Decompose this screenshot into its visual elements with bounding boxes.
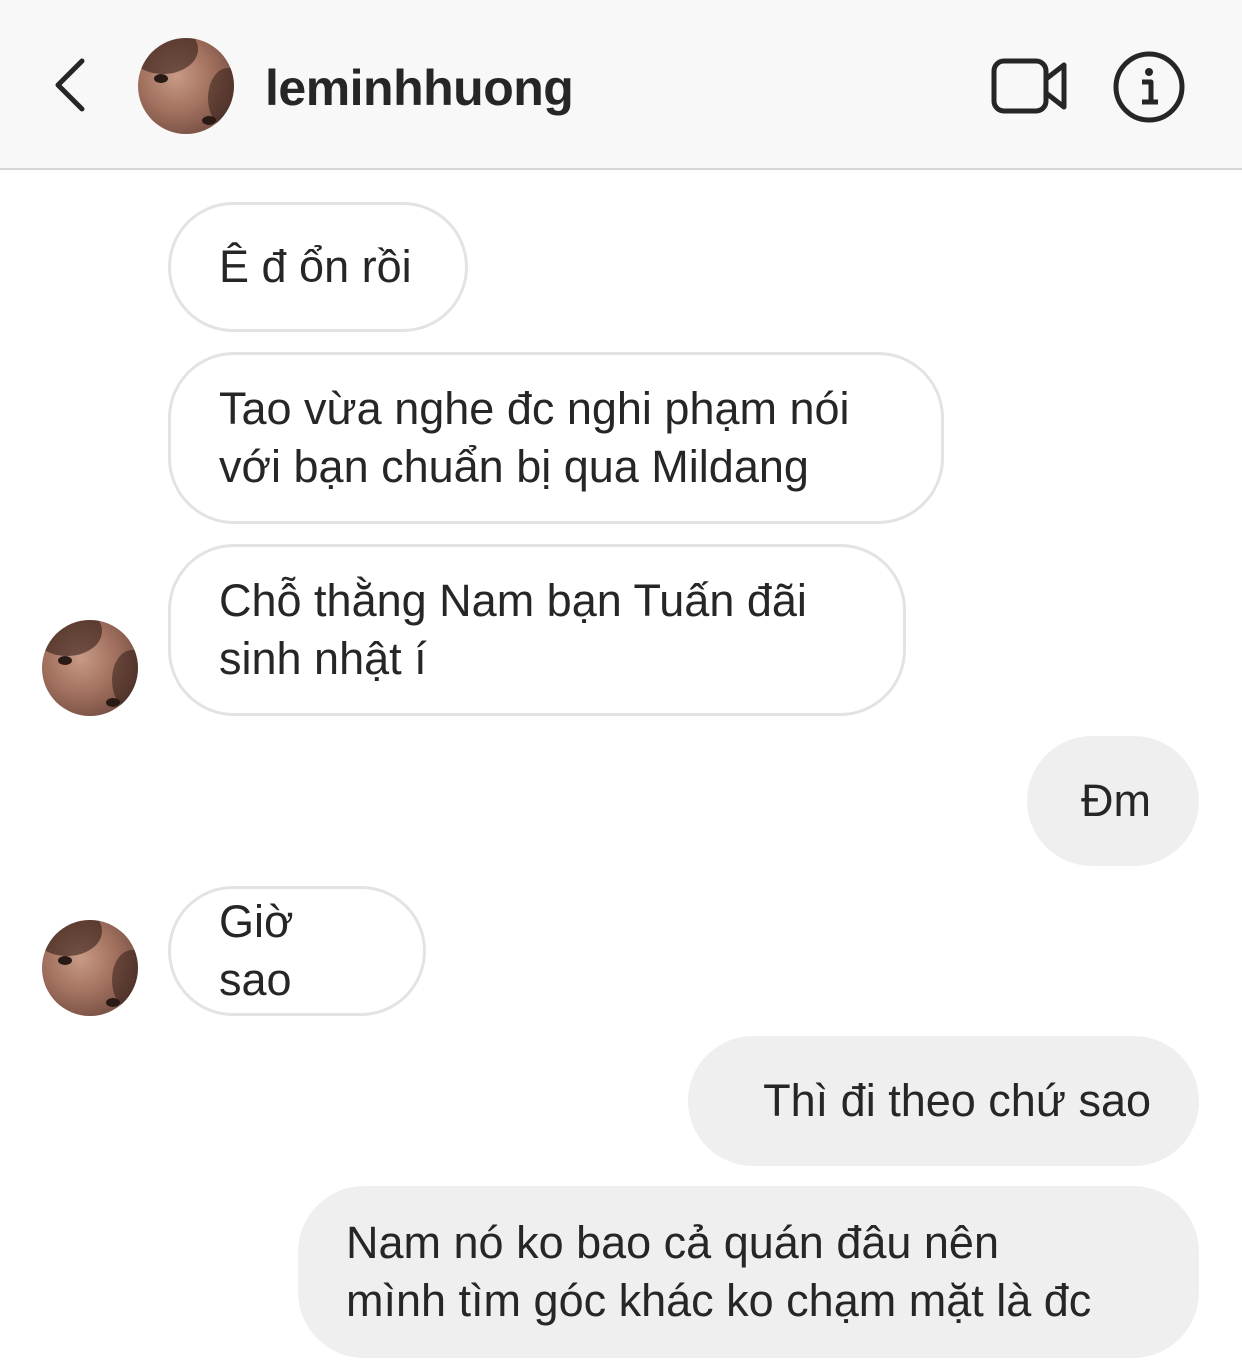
message-text: Đm — [1081, 775, 1151, 826]
sender-avatar[interactable] — [42, 620, 138, 716]
chevron-left-icon — [55, 58, 85, 112]
message-text: Tao vừa nghe đc nghi phạm nói với bạn ch… — [219, 383, 850, 492]
info-button[interactable] — [1112, 50, 1186, 124]
message-bubble-incoming[interactable]: Tao vừa nghe đc nghi phạm nói với bạn ch… — [168, 352, 944, 524]
contact-username[interactable]: leminhhuong — [265, 58, 574, 118]
dm-thread-screen: leminhhuong Ê đ ổn rồi Tao vừa nghe đc n… — [0, 0, 1242, 1366]
message-text: Chỗ thằng Nam bạn Tuấn đãi sinh nhật í — [219, 575, 807, 684]
video-camera-icon — [991, 58, 1067, 114]
message-bubble-outgoing[interactable]: Nam nó ko bao cả quán đâu nên mình tìm g… — [298, 1186, 1199, 1358]
message-text: Thì đi theo chứ sao — [763, 1075, 1151, 1126]
message-text: Ê đ ổn rồi — [219, 241, 412, 292]
chat-header: leminhhuong — [0, 0, 1242, 170]
message-bubble-outgoing[interactable]: Thì đi theo chứ sao — [688, 1036, 1199, 1166]
message-bubble-incoming[interactable]: Ê đ ổn rồi — [168, 202, 468, 332]
back-button[interactable] — [40, 50, 100, 120]
message-bubble-incoming[interactable]: Chỗ thằng Nam bạn Tuấn đãi sinh nhật í — [168, 544, 906, 716]
message-bubble-incoming[interactable]: Giờ sao — [168, 886, 426, 1016]
message-text: Nam nó ko bao cả quán đâu nên mình tìm g… — [346, 1217, 1092, 1326]
info-icon — [1113, 51, 1185, 123]
message-bubble-outgoing[interactable]: Đm — [1027, 736, 1199, 866]
message-text: Giờ sao — [219, 896, 294, 1005]
sender-avatar[interactable] — [42, 920, 138, 1016]
video-call-button[interactable] — [990, 55, 1070, 117]
contact-avatar[interactable] — [138, 38, 234, 134]
